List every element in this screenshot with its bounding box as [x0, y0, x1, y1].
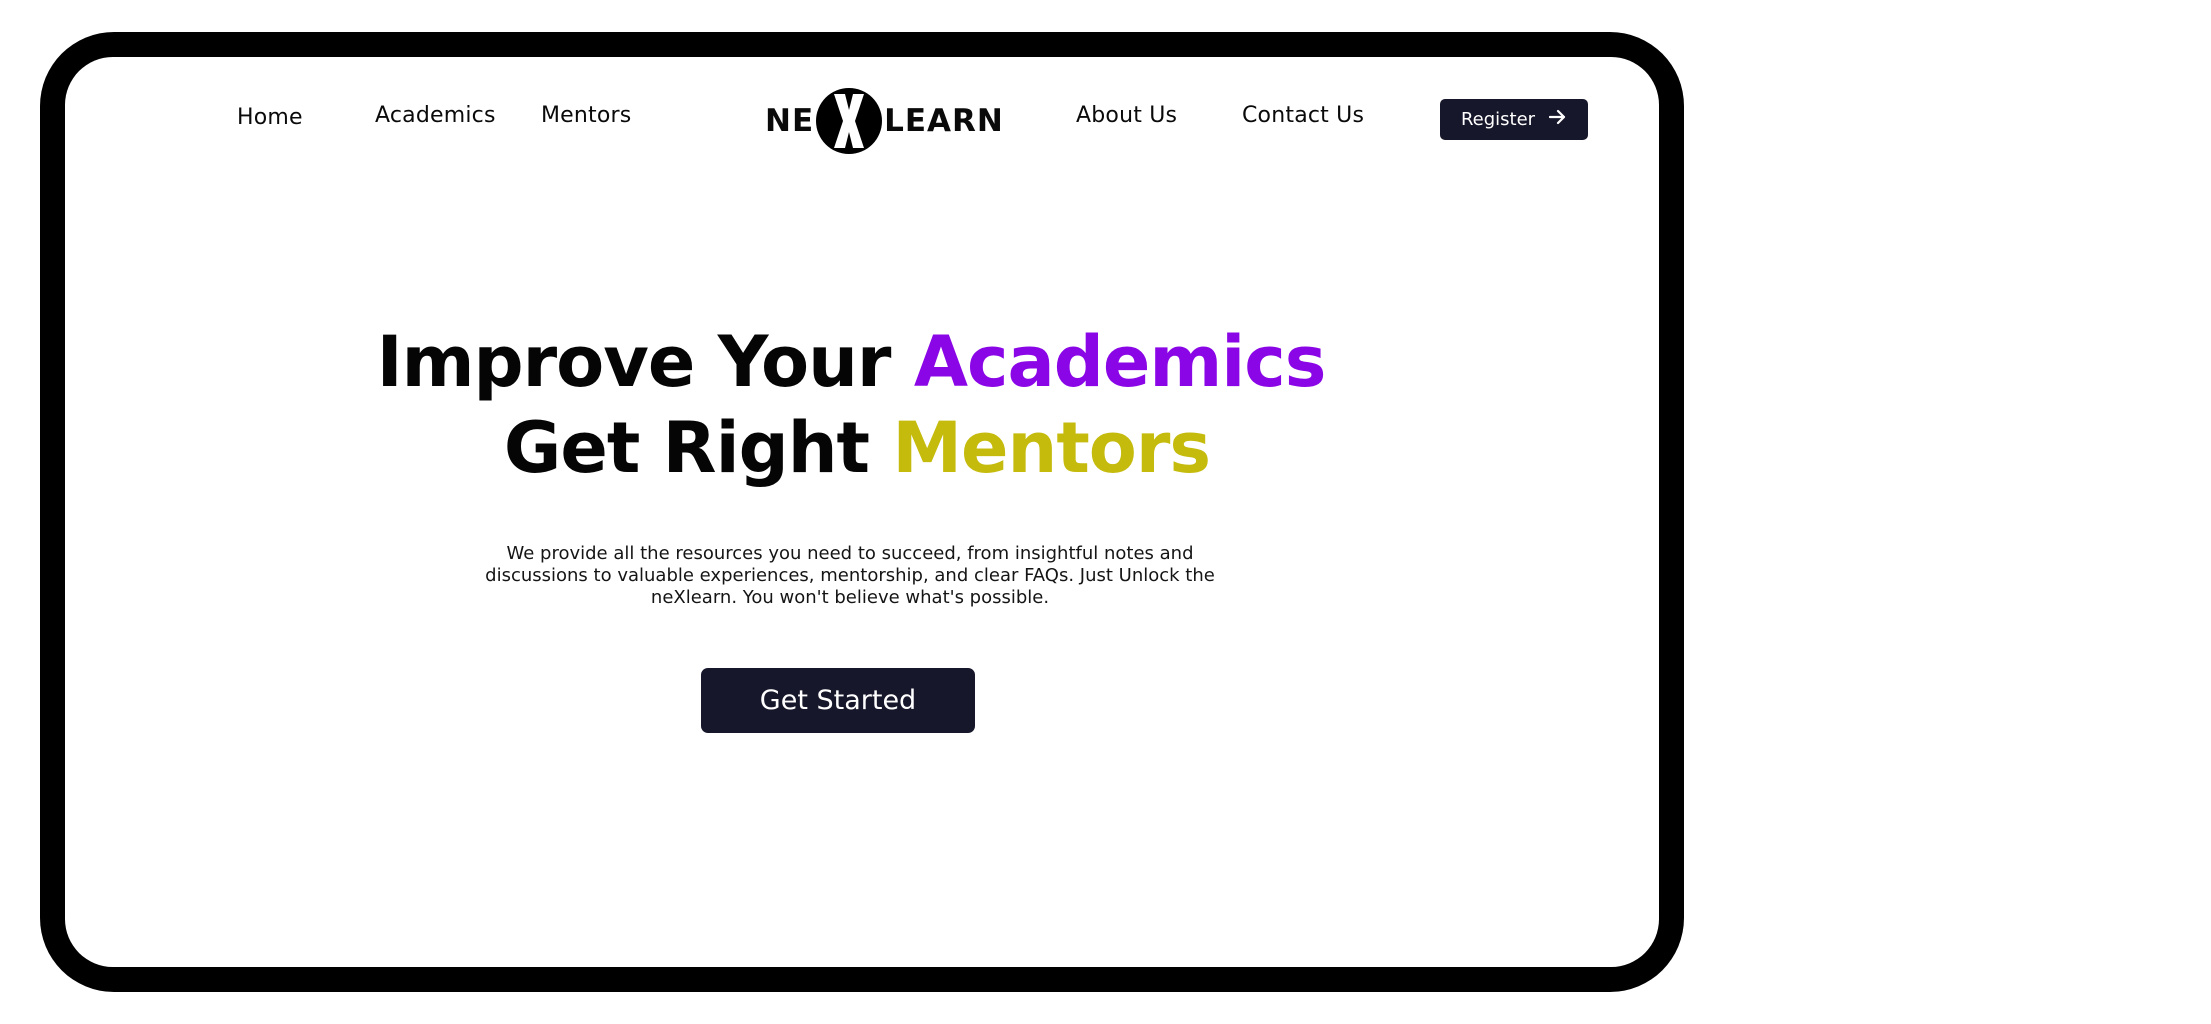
hero-description: We provide all the resources you need to…	[485, 543, 1215, 608]
register-button-label: Register	[1460, 109, 1536, 130]
hero-heading-line-1: Improve Your Academics	[65, 319, 1659, 405]
hero-heading-accent-mentors: Mentors	[892, 407, 1211, 489]
logo-text-suffix: LEARN	[884, 103, 1004, 139]
arrow-right-icon	[1548, 109, 1567, 130]
logo-text-prefix: NE	[765, 103, 815, 139]
browser-screen: Home Academics Mentors NE LEARN About Us…	[65, 57, 1659, 967]
hero-heading-line-2: Get Right Mentors	[65, 405, 1659, 491]
brand-logo[interactable]: NE LEARN	[765, 86, 1004, 156]
nav-link-home[interactable]: Home	[237, 105, 303, 130]
nav-link-mentors[interactable]: Mentors	[541, 103, 631, 128]
hero-heading: Improve Your Academics Get Right Mentors	[65, 319, 1659, 491]
get-started-button-label: Get Started	[759, 685, 917, 716]
register-button[interactable]: Register	[1440, 99, 1588, 140]
nav-link-academics[interactable]: Academics	[375, 103, 496, 128]
hero-heading-accent-academics: Academics	[913, 321, 1327, 403]
x-circle-icon	[816, 88, 883, 154]
hero-heading-line-2-text: Get Right	[503, 407, 893, 489]
nav-link-about-us[interactable]: About Us	[1076, 103, 1177, 128]
hero-heading-line-1-text: Improve Your	[376, 321, 914, 403]
get-started-button[interactable]: Get Started	[701, 668, 975, 733]
device-frame: Home Academics Mentors NE LEARN About Us…	[40, 32, 1684, 992]
nav-link-contact-us[interactable]: Contact Us	[1242, 103, 1364, 128]
